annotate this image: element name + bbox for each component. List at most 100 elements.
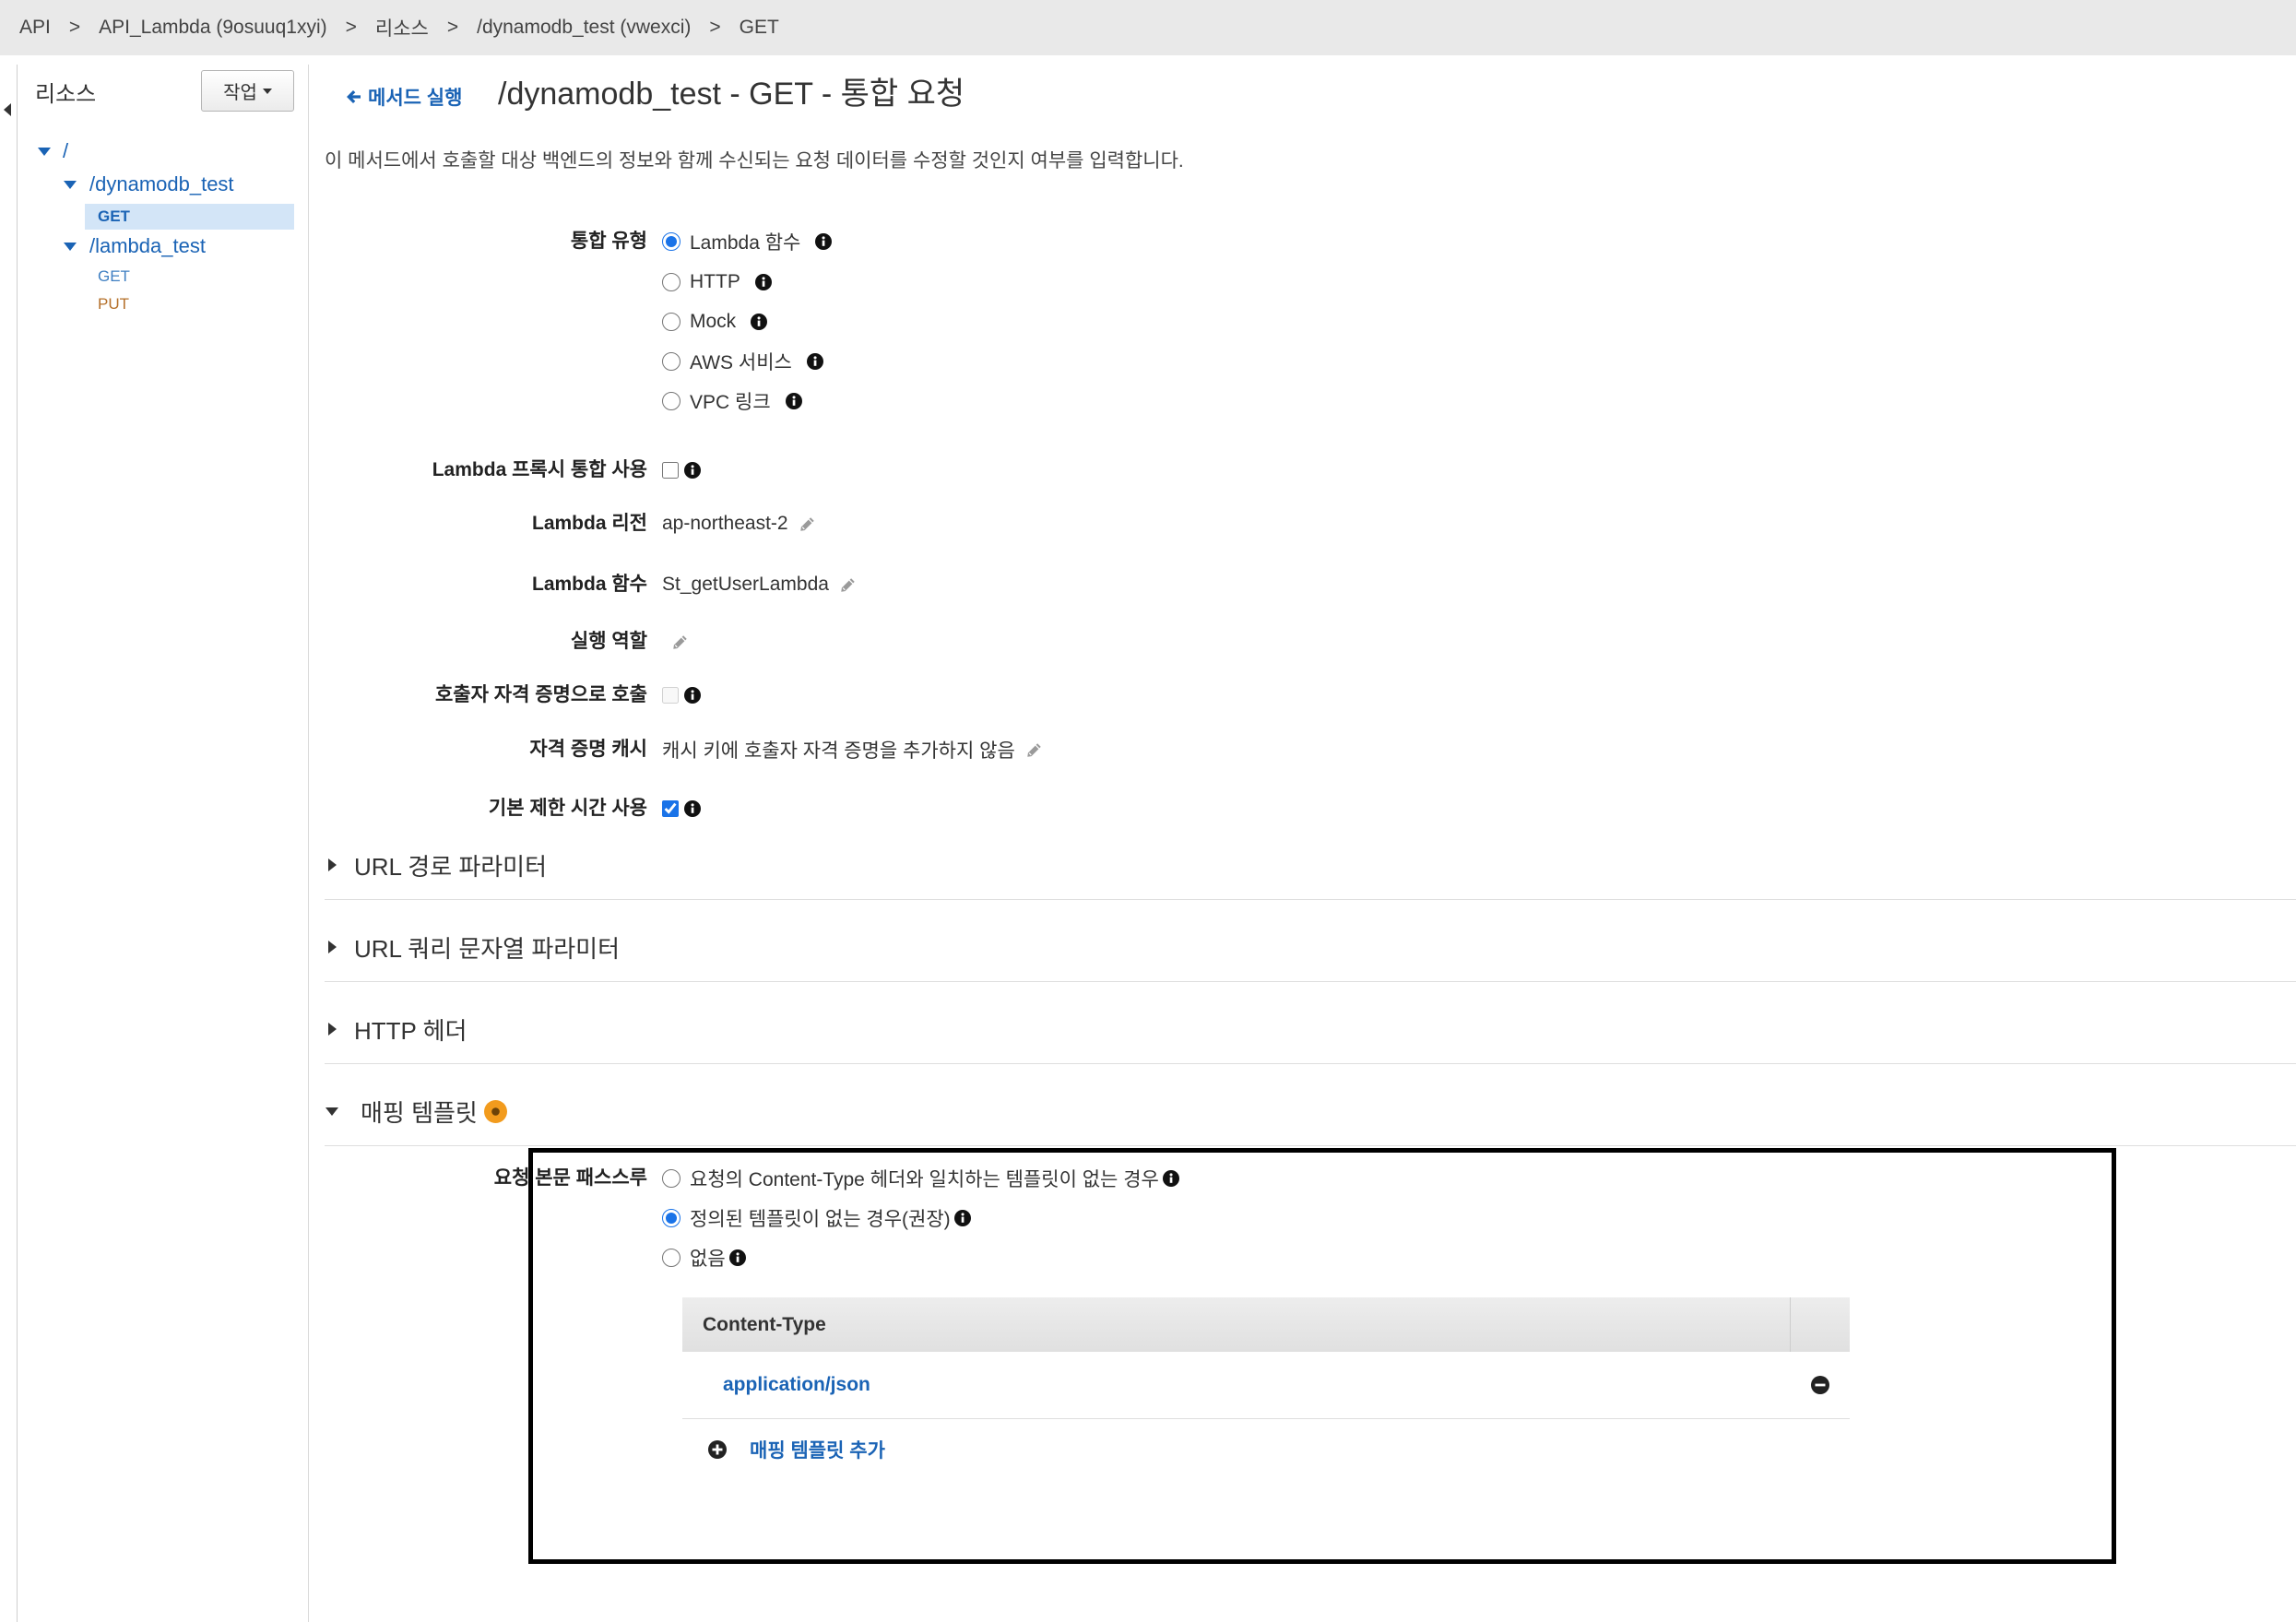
breadcrumb-api-name[interactable]: API_Lambda (9osuuq1xyi) (99, 17, 326, 39)
info-icon[interactable] (806, 353, 823, 370)
tree-node-root[interactable]: / (38, 137, 68, 165)
content-type-table: Content-Type application/json (682, 1297, 1850, 1419)
section-title: HTTP 헤더 (354, 1016, 467, 1045)
mock-radio[interactable] (662, 313, 681, 331)
info-icon[interactable] (751, 314, 768, 330)
lambda-function-value: St_getUserLambda (662, 574, 829, 595)
mock-radio-option[interactable]: Mock (662, 311, 736, 333)
info-icon[interactable] (728, 1249, 746, 1266)
breadcrumb-resources[interactable]: 리소스 (375, 14, 429, 41)
credentials-cache-value: 캐시 키에 호출자 자격 증명을 추가하지 않음 (662, 740, 1015, 762)
option-label: Mock (690, 311, 737, 332)
section-title: URL 쿼리 문자열 파라미터 (354, 934, 620, 963)
lambda-function-radio-option[interactable]: Lambda 함수 (662, 228, 800, 255)
pencil-icon[interactable] (672, 634, 688, 650)
pencil-icon[interactable] (1026, 742, 1042, 758)
passthrough-when-no-match-radio[interactable] (662, 1169, 681, 1188)
option-label: HTTP (690, 271, 740, 292)
vpc-link-radio-option[interactable]: VPC 링크 (662, 387, 771, 415)
passthrough-when-no-templates-option[interactable]: 정의된 템플릿이 없는 경우(권장) (662, 1204, 951, 1232)
info-icon[interactable] (684, 800, 701, 817)
info-icon[interactable] (815, 233, 833, 250)
back-to-method-execution-link[interactable]: 메서드 실행 (346, 83, 462, 111)
default-timeout-field (662, 793, 701, 824)
caret-left-icon[interactable] (4, 103, 11, 116)
breadcrumb-separator: > (345, 17, 357, 38)
breadcrumb-method: GET (739, 17, 779, 38)
option-label: Lambda 함수 (690, 232, 801, 254)
execution-role-label: 실행 역할 (570, 631, 647, 652)
section-http-headers[interactable]: HTTP 헤더 (325, 995, 2296, 1064)
http-radio[interactable] (662, 273, 681, 291)
tree-method-lambda-put[interactable]: PUT (85, 291, 294, 317)
breadcrumb-resource[interactable]: /dynamodb_test (vwexci) (477, 17, 691, 39)
info-icon[interactable] (953, 1210, 971, 1226)
add-mapping-template-button[interactable]: 매핑 템플릿 추가 (708, 1434, 885, 1465)
passthrough-never-radio[interactable] (662, 1249, 681, 1267)
section-title: 매핑 템플릿 (361, 1098, 478, 1127)
actions-button-label: 작업 (223, 83, 257, 103)
section-url-path-parameters[interactable]: URL 경로 파라미터 (325, 831, 2296, 900)
resources-sidebar: 리소스 작업 / /dynamodb_test GET /lambda_test… (18, 65, 309, 1622)
content-type-column-header: Content-Type (703, 1313, 826, 1335)
lambda-proxy-checkbox[interactable] (662, 462, 679, 479)
invoke-with-caller-credentials-field (662, 680, 701, 711)
option-label: 정의된 템플릿이 없는 경우(권장) (690, 1209, 951, 1230)
default-timeout-checkbox[interactable] (662, 800, 679, 817)
lambda-proxy-label: Lambda 프록시 통합 사용 (432, 459, 647, 480)
passthrough-never-option[interactable]: 없음 (662, 1244, 726, 1272)
caret-right-icon (328, 1023, 337, 1036)
option-label: 없음 (690, 1249, 726, 1270)
tree-node-label[interactable]: /lambda_test (89, 234, 206, 258)
option-label: AWS 서비스 (690, 352, 792, 373)
aws-service-radio-option[interactable]: AWS 서비스 (662, 348, 792, 375)
lambda-function-label: Lambda 함수 (532, 574, 647, 595)
http-radio-option[interactable]: HTTP (662, 271, 740, 293)
aws-service-radio[interactable] (662, 352, 681, 371)
caret-down-icon (262, 88, 272, 94)
passthrough-when-no-templates-radio[interactable] (662, 1209, 681, 1227)
caret-down-icon[interactable] (64, 242, 77, 251)
lambda-proxy-field (662, 455, 701, 486)
pencil-icon[interactable] (799, 516, 815, 532)
tree-node-lambda-test[interactable]: /lambda_test (64, 232, 206, 260)
passthrough-option-when-no-templates: 정의된 템플릿이 없는 경우(권장) (662, 1202, 971, 1234)
content-type-link[interactable]: application/json (723, 1374, 870, 1396)
lambda-region-value: ap-northeast-2 (662, 513, 788, 534)
caret-down-icon (325, 1107, 338, 1116)
info-icon[interactable] (684, 462, 701, 479)
tree-node-dynamodb-test[interactable]: /dynamodb_test (64, 171, 234, 198)
option-label: VPC 링크 (690, 392, 771, 413)
minus-circle-icon[interactable] (1811, 1376, 1829, 1394)
info-icon[interactable] (785, 393, 802, 409)
panel-collapse-strip (0, 65, 18, 1622)
caret-right-icon (328, 941, 337, 953)
breadcrumb-api[interactable]: API (19, 17, 51, 39)
tree-node-label[interactable]: / (63, 139, 68, 163)
lambda-region-label: Lambda 리전 (532, 513, 647, 534)
integration-option-lambda: Lambda 함수 (662, 226, 833, 257)
actions-dropdown-button[interactable]: 작업 (201, 70, 294, 112)
caret-down-icon[interactable] (38, 147, 51, 156)
tree-node-label[interactable]: /dynamodb_test (89, 172, 234, 196)
info-icon[interactable] (1162, 1170, 1179, 1187)
passthrough-when-no-match-option[interactable]: 요청의 Content-Type 헤더와 일치하는 템플릿이 없는 경우 (662, 1165, 1159, 1192)
info-icon[interactable] (754, 274, 772, 290)
invoke-with-caller-credentials-checkbox[interactable] (662, 687, 679, 704)
pencil-icon[interactable] (840, 577, 856, 593)
method-label: GET (98, 207, 130, 225)
tree-method-dynamodb-get[interactable]: GET (85, 204, 294, 230)
lambda-function-radio[interactable] (662, 232, 681, 251)
section-url-query-string-parameters[interactable]: URL 쿼리 문자열 파라미터 (325, 913, 2296, 982)
table-row: application/json (682, 1352, 1850, 1419)
integration-option-vpc-link: VPC 링크 (662, 385, 802, 417)
warning-dot-icon (483, 1099, 507, 1123)
section-mapping-templates[interactable]: 매핑 템플릿 (325, 1077, 2296, 1146)
tree-method-lambda-get[interactable]: GET (85, 264, 294, 290)
back-link-label: 메서드 실행 (368, 88, 463, 109)
add-mapping-template-label: 매핑 템플릿 추가 (750, 1440, 885, 1462)
caret-down-icon[interactable] (64, 180, 77, 189)
vpc-link-radio[interactable] (662, 392, 681, 410)
info-icon[interactable] (684, 687, 701, 704)
breadcrumb-separator: > (446, 17, 459, 38)
